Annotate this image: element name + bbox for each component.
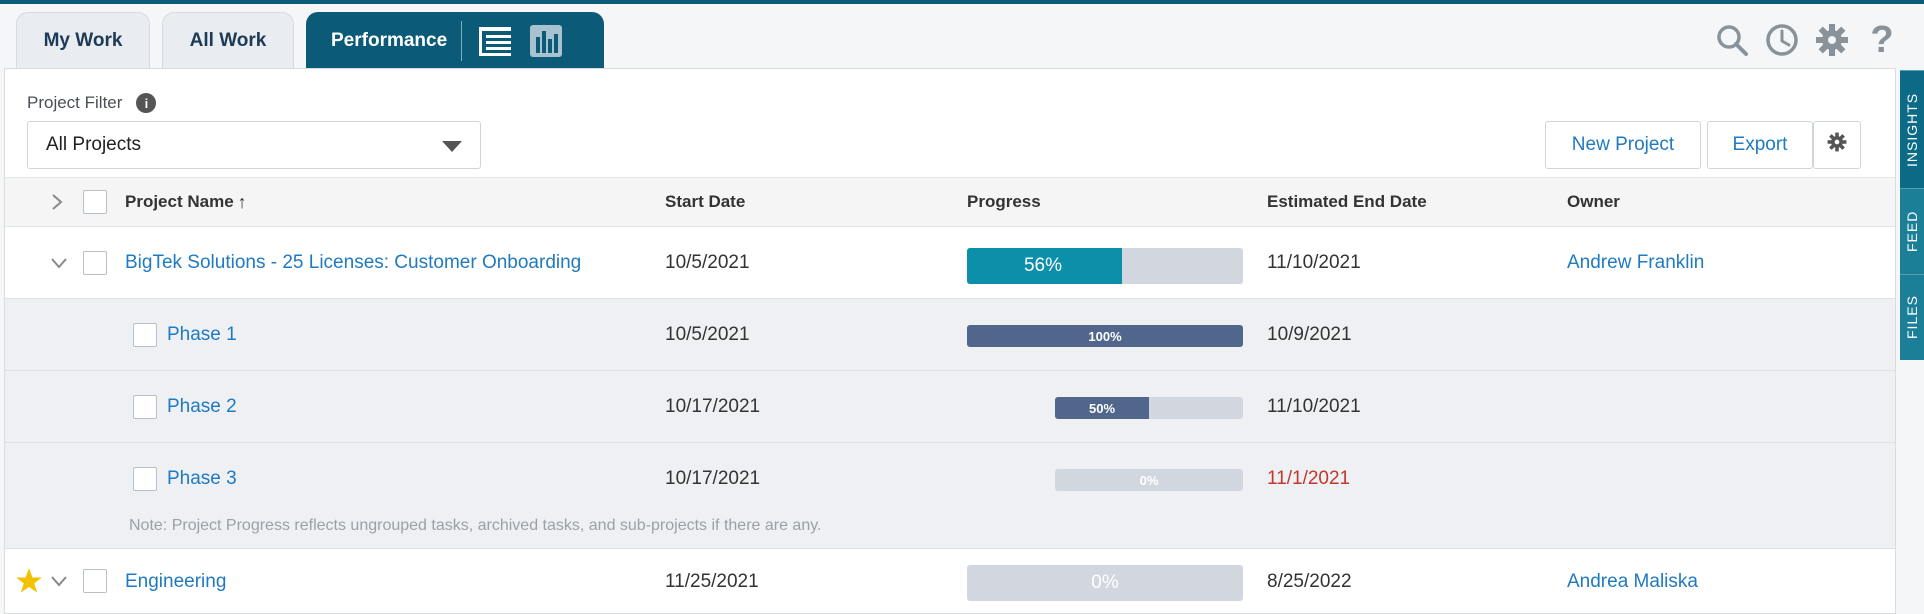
table-row[interactable]: Engineering 11/25/2021 0% 8/25/2022 Andr… [5,549,1895,614]
collapse-row-icon[interactable] [47,251,71,275]
tab-label: My Work [43,29,123,51]
project-name-link[interactable]: Engineering [125,549,226,614]
row-checkbox[interactable] [133,323,157,347]
table-header: Project Name ↑ Start Date Progress Estim… [5,177,1895,227]
end-date: 11/10/2021 [1267,395,1361,417]
expand-all-icon[interactable] [45,190,69,214]
column-header-project-name[interactable]: Project Name ↑ [125,178,247,226]
column-header-start-date[interactable]: Start Date [665,178,745,226]
list-view-icon[interactable] [478,25,512,57]
project-filter-value: All Projects [46,134,142,155]
project-name-link[interactable]: BigTek Solutions - 25 Licenses: Customer… [125,227,581,298]
column-label: Owner [1567,192,1620,211]
side-tab-label: INSIGHTS [1904,92,1920,167]
app-window: My Work All Work Performance ? Project F… [0,4,1924,614]
phase-name-link[interactable]: Phase 2 [167,371,237,442]
column-label: Estimated End Date [1267,192,1427,211]
tab-divider [461,20,463,61]
filter-label-text: Project Filter [27,93,123,112]
search-icon[interactable] [1714,22,1750,58]
tab-all-work[interactable]: All Work [162,12,294,68]
start-date: 10/17/2021 [665,468,761,489]
project-filter-label: Project Filter i [27,93,157,113]
settings-button[interactable] [1813,121,1861,169]
progress-bar: 0% [1055,469,1243,491]
owner-link[interactable]: Andrea Maliska [1567,549,1698,614]
side-tab-insights[interactable]: INSIGHTS [1900,70,1924,188]
end-date: 10/9/2021 [1267,323,1352,345]
clock-icon[interactable] [1764,22,1800,58]
tab-performance[interactable]: Performance [306,12,604,68]
column-header-owner[interactable]: Owner [1567,178,1620,226]
tab-label: Performance [331,29,448,51]
project-filter-select[interactable]: All Projects [27,121,481,169]
gear-icon [1827,132,1847,158]
chevron-down-icon [442,141,462,152]
table-row[interactable]: Phase 3 10/17/2021 0% 11/1/2021 Note: Pr… [5,443,1895,549]
phase-name-link[interactable]: Phase 3 [167,443,237,515]
end-date: 11/10/2021 [1267,251,1361,273]
end-date: 8/25/2022 [1267,571,1352,592]
chart-view-icon[interactable] [530,24,563,57]
start-date: 10/5/2021 [665,251,750,273]
side-tab-feed[interactable]: FEED [1900,188,1924,274]
side-tab-label: FILES [1904,295,1920,340]
column-label: Project Name [125,192,234,211]
table-row[interactable]: Phase 1 10/5/2021 100% 10/9/2021 [5,299,1895,371]
progress-bar: 100% [967,325,1243,347]
progress-label: 0% [1091,572,1119,593]
progress-note: Note: Project Progress reflects ungroupe… [129,517,822,534]
progress-label: 0% [1139,472,1159,488]
collapse-row-icon[interactable] [47,569,71,593]
table-row[interactable]: Phase 2 10/17/2021 50% 11/10/2021 [5,371,1895,443]
start-date: 11/25/2021 [665,571,759,592]
end-date-overdue: 11/1/2021 [1267,468,1351,489]
row-checkbox[interactable] [133,395,157,419]
row-checkbox[interactable] [83,251,107,275]
owner-link[interactable]: Andrew Franklin [1567,227,1704,298]
gear-icon[interactable] [1814,22,1850,58]
toolbar-icons: ? [1714,19,1900,61]
table-row[interactable]: BigTek Solutions - 25 Licenses: Customer… [5,227,1895,299]
start-date: 10/17/2021 [665,395,761,417]
progress-bar: 56% [967,248,1243,284]
phase-name-link[interactable]: Phase 1 [167,299,237,370]
export-button[interactable]: Export [1707,121,1813,169]
progress-bar: 50% [1055,397,1243,419]
row-checkbox[interactable] [83,569,107,593]
tab-my-work[interactable]: My Work [16,12,150,68]
new-project-label: New Project [1571,134,1675,155]
column-header-end-date[interactable]: Estimated End Date [1267,178,1427,226]
progress-bar: 0% [967,565,1243,601]
column-label: Start Date [665,192,746,211]
column-label: Progress [967,192,1041,211]
side-tab-files[interactable]: FILES [1900,274,1924,360]
new-project-button[interactable]: New Project [1545,121,1701,169]
side-tab-label: FEED [1904,210,1920,253]
tab-label: All Work [189,29,267,51]
select-all-checkbox[interactable] [83,190,107,214]
help-icon[interactable]: ? [1864,19,1900,61]
row-checkbox[interactable] [133,467,157,491]
progress-label: 50% [1088,400,1116,416]
column-header-progress[interactable]: Progress [967,178,1041,226]
star-icon[interactable] [15,567,43,600]
projects-panel: Project Filter i All Projects New Projec… [4,68,1896,614]
sort-ascending-icon: ↑ [237,191,247,212]
progress-label: 100% [1088,328,1122,344]
export-label: Export [1732,134,1788,155]
start-date: 10/5/2021 [665,323,750,345]
progress-label: 56% [1023,255,1063,276]
info-icon[interactable]: i [136,93,157,113]
tab-bar: My Work All Work Performance ? [0,4,1900,68]
